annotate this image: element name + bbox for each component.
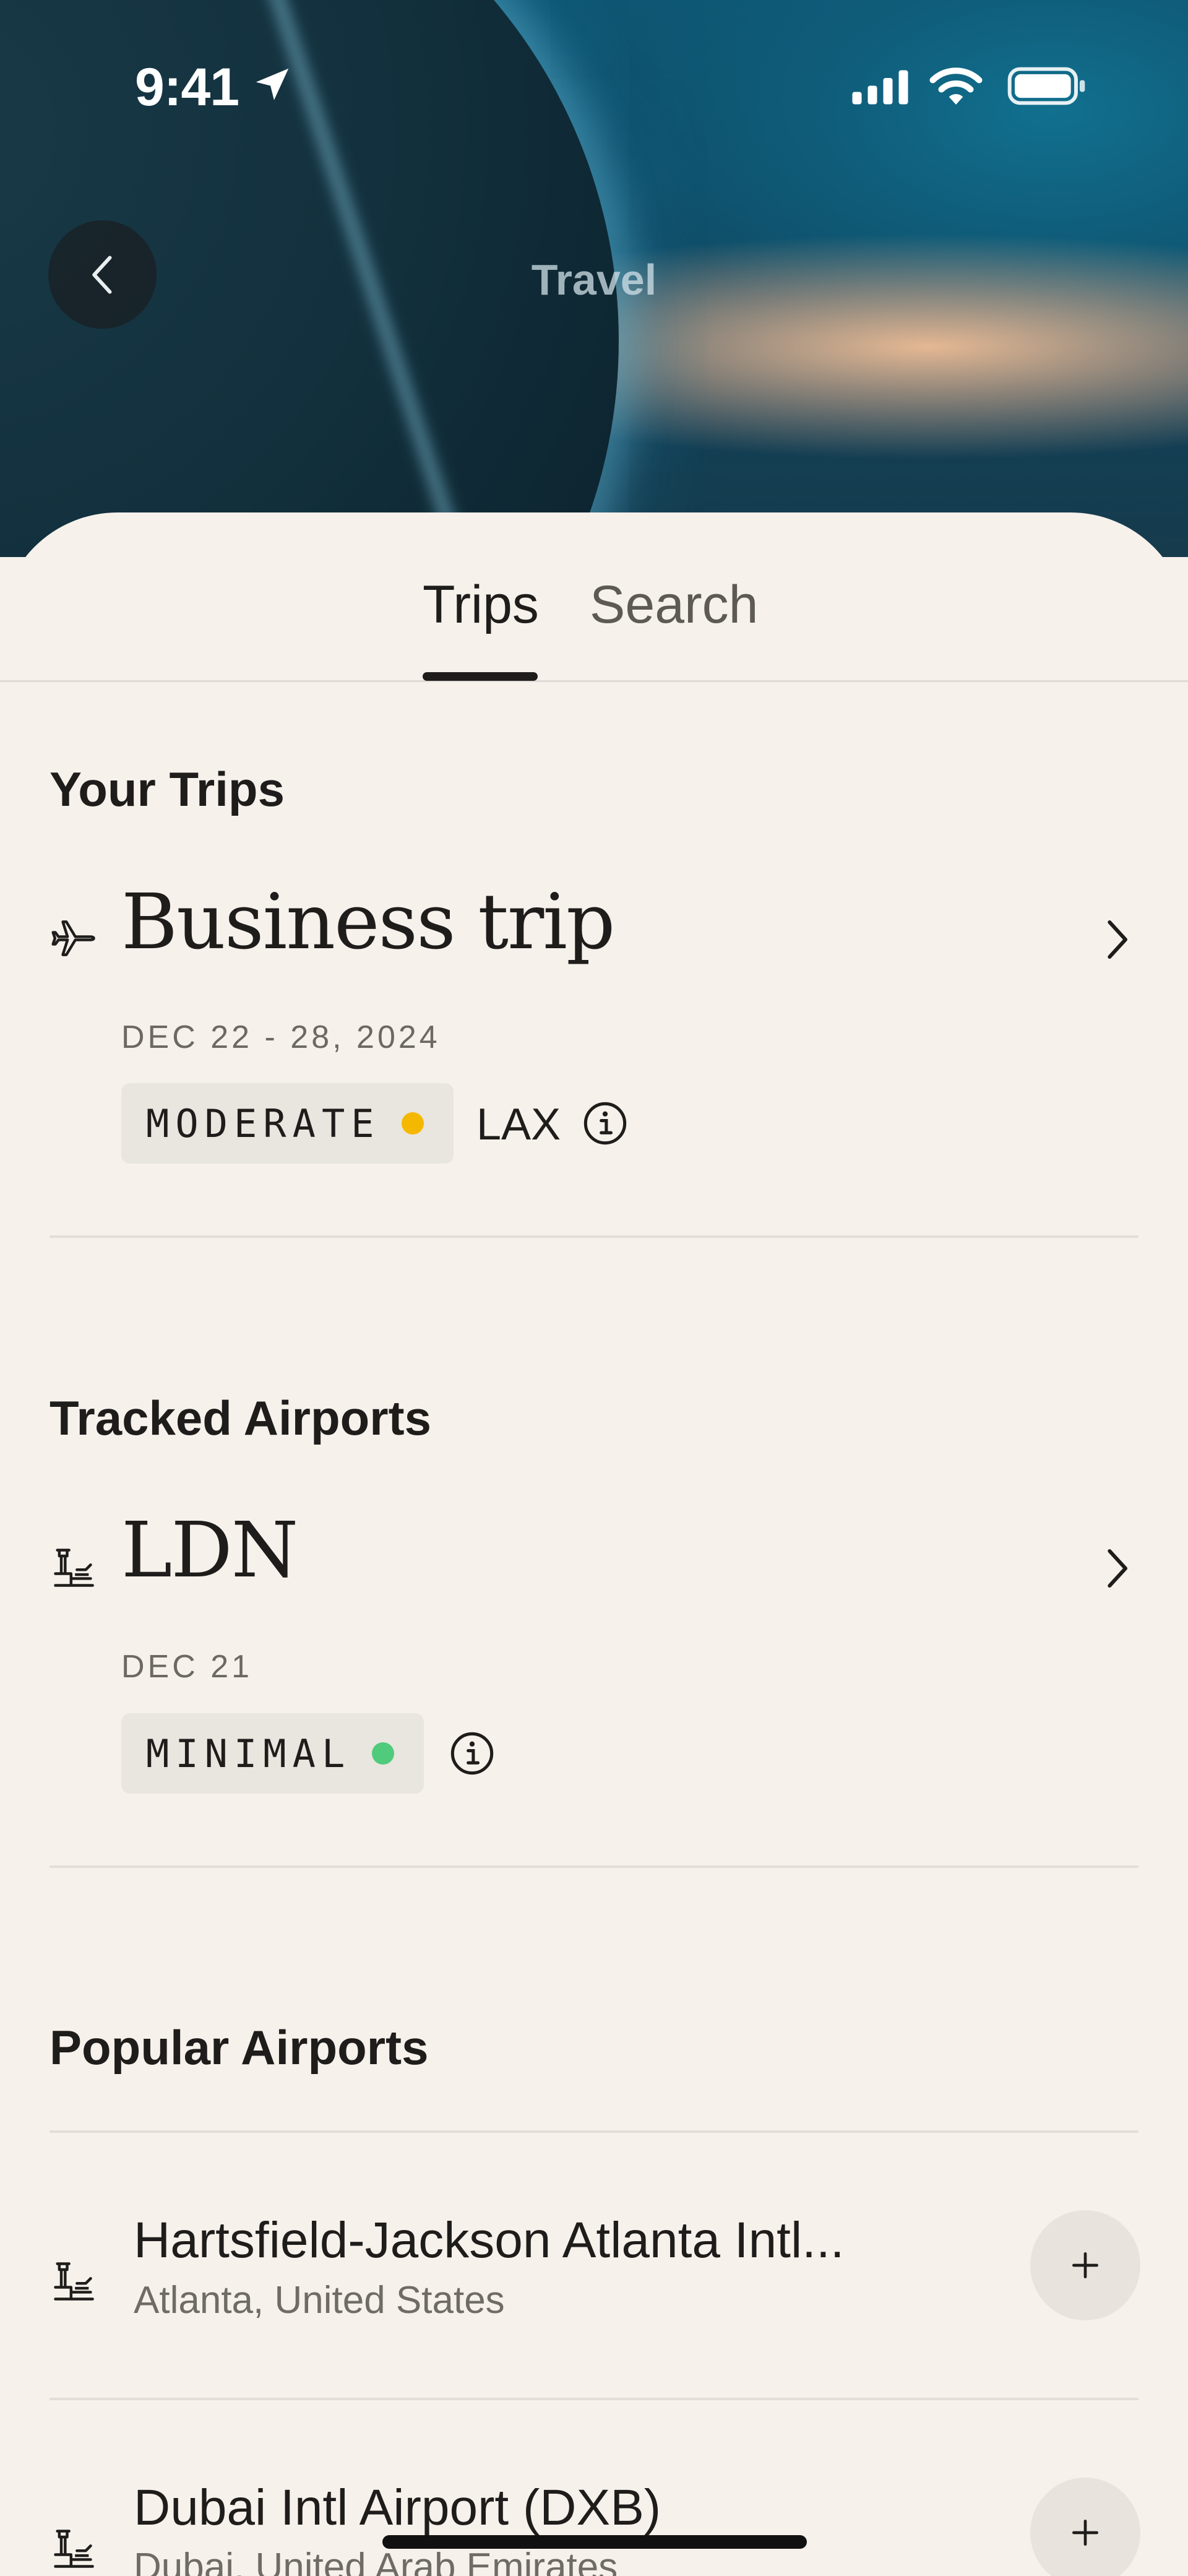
divider [50,2130,1138,2133]
divider [50,2398,1138,2400]
airplane-icon [51,920,95,956]
trip-title: Business trip [121,878,615,967]
airport-name: Dubai Intl Airport (DXB) [134,2479,661,2536]
status-bar: 9:41 [0,0,1188,117]
status-time: 9:41 [135,58,239,117]
plus-icon [1072,2252,1098,2278]
tracked-airports-heading: Tracked Airports [50,1391,431,1445]
home-indicator [382,2535,807,2549]
wifi-icon [929,67,983,105]
chevron-right-icon [1101,1434,1132,1477]
popular-airports-heading: Popular Airports [50,2020,429,2075]
status-badge: MINIMAL [121,1713,424,1794]
tracked-airport-title: LDN [121,1506,298,1595]
airport-location: Dubai, United Arab Emirates [134,2546,618,2576]
tracked-chevron-right-icon[interactable] [1101,1547,1132,1590]
airport-tower-icon [54,2262,94,2301]
status-badge-label: MINIMAL [146,1731,351,1776]
trip-chevron-right-icon[interactable] [1101,918,1132,961]
battery-icon [1007,67,1085,105]
status-badge-label: MODERATE [146,1100,381,1146]
content-sheet: Trips Search Your Trips Business trip DE… [0,512,1188,2576]
tab-bar: Trips Search [0,512,1188,682]
page-title: Travel [531,256,657,304]
location-arrow-icon [256,68,289,100]
add-airport-button[interactable] [1030,2210,1140,2320]
status-badge: MODERATE [121,1083,454,1164]
airport-tower-icon [54,2530,94,2568]
airport-code: LAX [476,1100,561,1149]
info-icon[interactable] [582,1100,629,1147]
tracked-airport-date: DEC 21 [121,1649,253,1685]
divider [50,1235,1138,1238]
airport-name: Hartsfield-Jackson Atlanta Intl... [134,2212,845,2268]
cellular-signal-icon [852,70,908,105]
status-dot [401,1112,424,1135]
tab-indicator [423,672,538,681]
divider [50,1865,1138,1868]
add-airport-button[interactable] [1030,2478,1140,2576]
trip-dates: DEC 22 - 28, 2024 [121,1019,441,1055]
airport-tower-icon [54,1549,94,1587]
your-trips-heading: Your Trips [50,762,285,816]
plus-icon [1072,2520,1098,2546]
tab-search[interactable]: Search [590,574,759,636]
status-dot [372,1742,395,1765]
airport-location: Atlanta, United States [134,2279,505,2322]
tab-trips[interactable]: Trips [423,574,539,636]
info-icon[interactable] [449,1730,496,1777]
